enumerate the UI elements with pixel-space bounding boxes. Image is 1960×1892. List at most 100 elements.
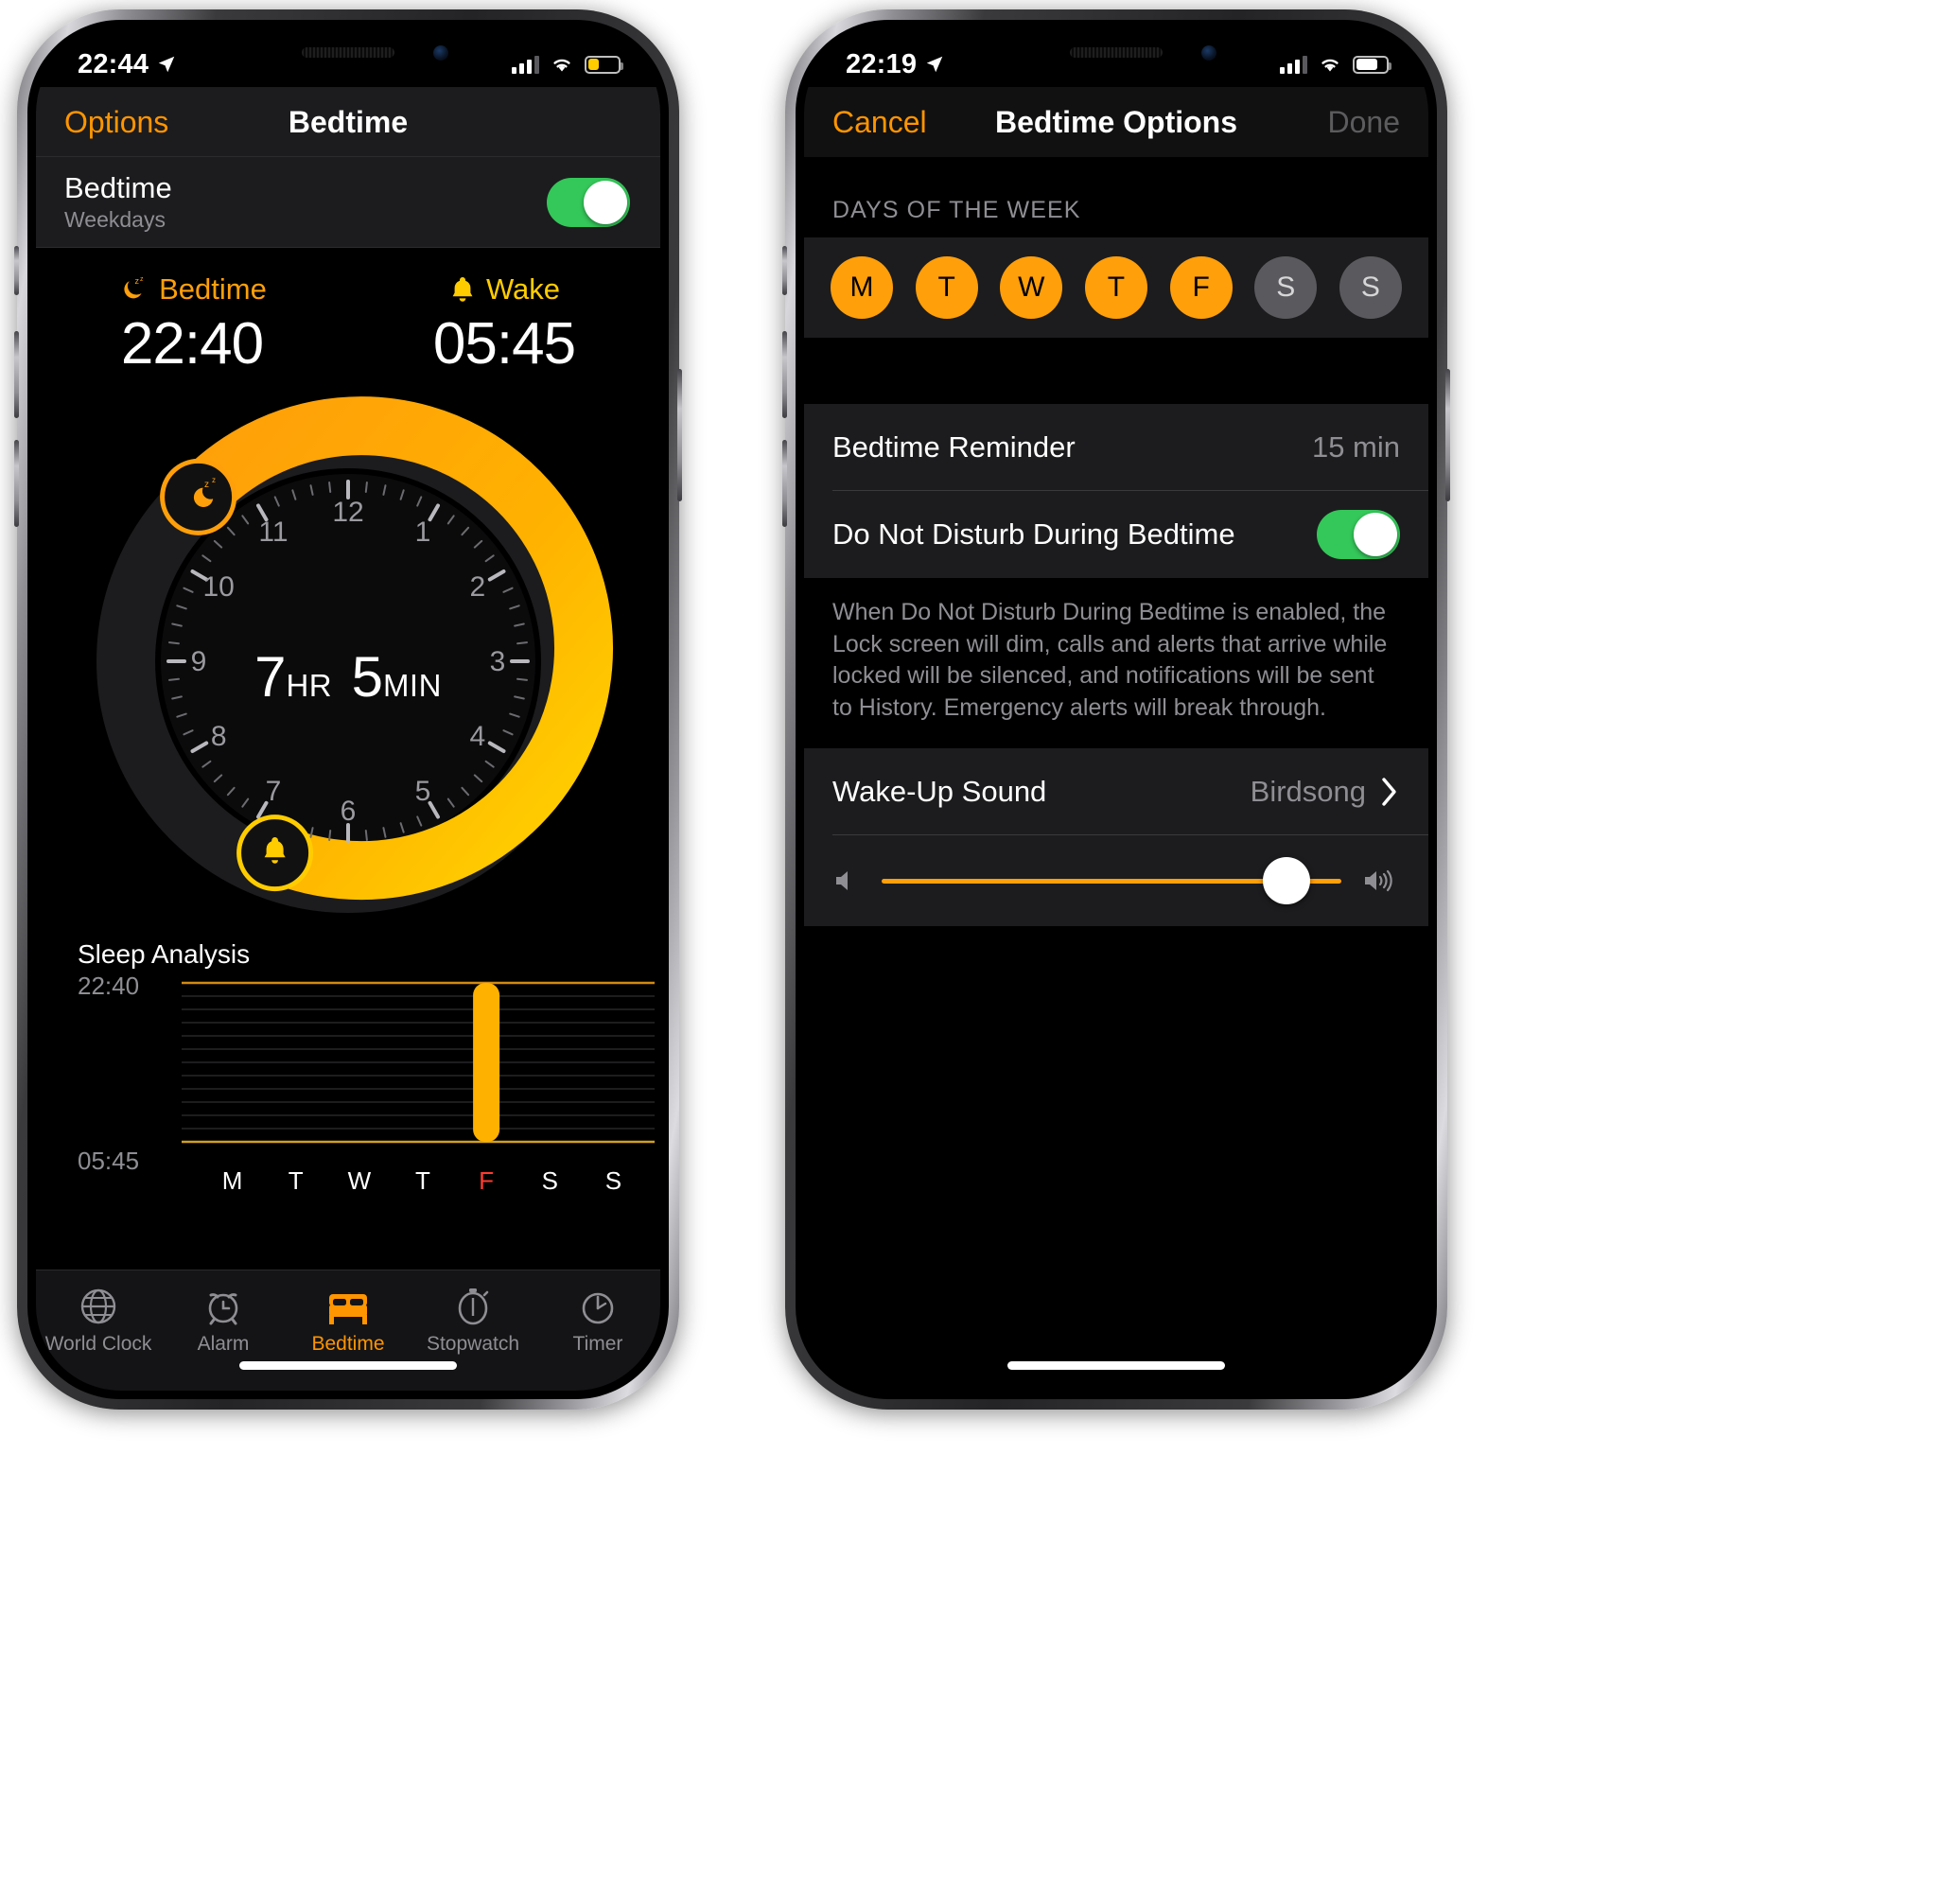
bedtime-reminder-label: Bedtime Reminder [832, 430, 1076, 464]
status-left-cluster-right: 22:19 [846, 49, 945, 80]
earpiece-speaker-right [1070, 47, 1163, 58]
status-right-cluster-right [1280, 55, 1391, 74]
timer-icon [535, 1284, 660, 1329]
bedtime-reminder-row[interactable]: Bedtime Reminder 15 min [804, 404, 1428, 491]
nav-divider [36, 156, 660, 157]
volume-slider-track[interactable] [882, 857, 1341, 904]
tab-stopwatch[interactable]: Stopwatch [411, 1284, 535, 1356]
sleep-analysis-section: Sleep Analysis 22:40 05:45 M T W T F S S [36, 936, 660, 1202]
tab-alarm[interactable]: Alarm [161, 1284, 286, 1356]
dnd-row[interactable]: Do Not Disturb During Bedtime [804, 491, 1428, 578]
bedtime-summary-label-wrap: z z Bedtime [36, 272, 348, 307]
phone-right-screen: 22:19 Cancel Bedtime Options Done DAYS O… [804, 28, 1428, 1391]
volume-slider-row[interactable] [804, 835, 1428, 926]
sleep-analysis-day-labels: MTWTFSS [78, 1165, 655, 1202]
status-left-cluster: 22:44 [78, 49, 177, 80]
sleep-day-label: M [221, 1166, 243, 1195]
front-camera-icon-right [1201, 45, 1216, 61]
day-toggle-1[interactable]: T [915, 256, 978, 319]
day-toggle-6[interactable]: S [1339, 256, 1402, 319]
wake-up-sound-value: Birdsong [1250, 775, 1366, 808]
battery-low-icon [585, 55, 623, 74]
bedtime-row-title: Bedtime [64, 170, 172, 204]
bedtime-reminder-value: 15 min [1311, 430, 1400, 464]
location-arrow-icon [926, 56, 943, 73]
wake-up-sound-row[interactable]: Wake-Up Sound Birdsong [804, 748, 1428, 835]
phone-left: 22:44 Options Bedtime Bedtime Weekdays z… [14, 9, 682, 1410]
sleep-day-label: W [347, 1166, 372, 1195]
cellular-bars-icon [1280, 55, 1307, 74]
dnd-toggle[interactable] [1317, 510, 1400, 559]
notch-right [978, 28, 1254, 81]
svg-text:z: z [212, 476, 216, 484]
bed-icon [286, 1284, 411, 1329]
bedtime-summary-time: 22:40 [120, 311, 264, 377]
wake-up-sound-label: Wake-Up Sound [832, 775, 1047, 808]
bedtime-options-body: DAYS OF THE WEEK MTWTFSS Bedtime Reminde… [804, 157, 1428, 1391]
day-toggle-3[interactable]: T [1084, 256, 1147, 319]
volume-up-button-right[interactable] [782, 331, 787, 418]
globe-icon [36, 1284, 161, 1329]
tab-world-clock[interactable]: World Clock [36, 1284, 161, 1356]
volume-down-button[interactable] [14, 440, 19, 527]
volume-down-button-right[interactable] [782, 440, 787, 527]
nav-bar-left: Options Bedtime [36, 87, 660, 157]
day-toggle-4[interactable]: F [1169, 256, 1233, 319]
wake-summary[interactable]: Wake 05:45 [348, 272, 660, 377]
options-button[interactable]: Options [64, 105, 168, 140]
nav-bar-right: Cancel Bedtime Options Done [804, 87, 1428, 157]
volume-high-icon [1365, 869, 1392, 892]
bedtime-row-subtitle: Weekdays [64, 207, 166, 233]
home-indicator-right[interactable] [1007, 1361, 1225, 1370]
sa-chart-svg [182, 981, 655, 1144]
cellular-bars-icon [512, 55, 539, 74]
tab-bedtime[interactable]: Bedtime [286, 1284, 411, 1356]
duration-minutes-unit: MIN [382, 668, 442, 703]
day-toggle-2[interactable]: W [1000, 256, 1063, 319]
bedtime-toggle-row[interactable]: Bedtime Weekdays [36, 157, 660, 248]
bell-icon [452, 277, 473, 302]
svg-text:8: 8 [211, 721, 227, 752]
day-toggle-0[interactable]: M [831, 256, 893, 319]
home-indicator[interactable] [239, 1361, 457, 1370]
tab-timer[interactable]: Timer [535, 1284, 660, 1356]
svg-text:12: 12 [332, 497, 363, 528]
volume-slider-thumb[interactable] [1262, 857, 1310, 904]
silent-switch-right[interactable] [782, 246, 787, 295]
tab-timer-label: Timer [572, 1333, 623, 1355]
duration-hours-unit: HR [286, 668, 333, 703]
silent-switch[interactable] [14, 246, 19, 295]
bedtime-summary[interactable]: z z Bedtime 22:40 [36, 272, 348, 377]
svg-text:10: 10 [203, 571, 235, 603]
battery-icon [1353, 55, 1391, 74]
dnd-description: When Do Not Disturb During Bedtime is en… [804, 578, 1428, 748]
svg-text:6: 6 [341, 796, 357, 827]
days-section-header: DAYS OF THE WEEK [832, 197, 1081, 223]
alarm-clock-icon [161, 1284, 286, 1329]
bedtime-screen-body: Bedtime Weekdays z z Bedtime 22:40 Wake … [36, 157, 660, 1391]
tab-world-clock-label: World Clock [44, 1333, 152, 1355]
days-group: MTWTFSS [804, 237, 1428, 338]
volume-up-button[interactable] [14, 331, 19, 418]
power-button-right[interactable] [1445, 369, 1450, 501]
svg-text:1: 1 [415, 517, 431, 548]
phone-right: 22:19 Cancel Bedtime Options Done DAYS O… [782, 9, 1450, 1410]
location-arrow-icon [158, 56, 175, 73]
cancel-button[interactable]: Cancel [832, 105, 927, 140]
bedtime-enable-toggle[interactable] [547, 178, 630, 227]
power-button[interactable] [677, 369, 682, 501]
row-divider [36, 247, 660, 248]
days-of-week-row[interactable]: MTWTFSS [804, 237, 1428, 338]
wake-up-sound-value-wrap: Birdsong [1251, 775, 1400, 809]
sleep-analysis-title: Sleep Analysis [78, 939, 251, 969]
stopwatch-icon [411, 1284, 535, 1329]
done-button[interactable]: Done [1328, 105, 1401, 140]
day-toggle-5[interactable]: S [1254, 256, 1318, 319]
wake-summary-time: 05:45 [432, 311, 576, 377]
section-gap [804, 338, 1428, 404]
tab-alarm-label: Alarm [197, 1333, 250, 1355]
wake-handle [236, 815, 314, 892]
sleep-day-label: S [541, 1166, 558, 1195]
bedtime-dial[interactable]: z z 12 1 2 3 4 5 6 7 8 9 10 11 7HR 5MIN [64, 387, 632, 936]
duration-hours: 7 [254, 645, 287, 709]
